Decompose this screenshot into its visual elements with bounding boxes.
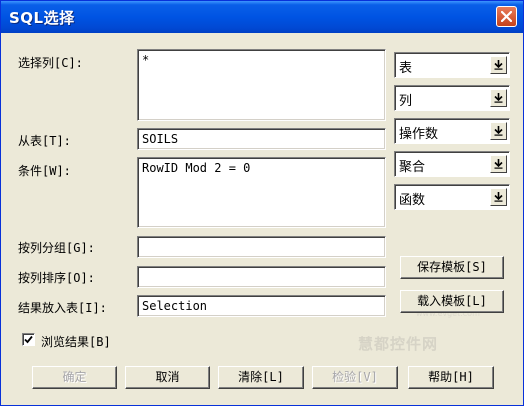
cancel-button[interactable]: 取消	[125, 366, 210, 389]
condition-input[interactable]: RowID Mod 2 = 0	[137, 157, 386, 228]
function-dropdown[interactable]: 函数	[394, 184, 510, 210]
group-by-input[interactable]	[137, 236, 386, 258]
table-dropdown-arrow[interactable]	[490, 56, 507, 74]
help-button[interactable]: 帮助[H]	[408, 366, 494, 389]
checkmark-icon	[24, 335, 33, 344]
table-dropdown[interactable]: 表	[394, 52, 510, 78]
aggregate-dropdown[interactable]: 聚合	[394, 151, 510, 177]
operator-dropdown-value: 操作数	[399, 127, 439, 142]
into-table-label: 结果放入表[I]:	[18, 301, 107, 315]
group-by-label: 按列分组[G]:	[18, 241, 95, 255]
condition-label: 条件[W]:	[18, 164, 71, 178]
watermark-text: 慧都控件网	[358, 335, 439, 353]
clear-button[interactable]: 清除[L]	[218, 366, 304, 389]
window-title: SQL选择	[9, 9, 75, 27]
select-columns-input[interactable]: *	[137, 49, 386, 121]
function-dropdown-arrow[interactable]	[490, 188, 507, 206]
column-dropdown[interactable]: 列	[394, 85, 510, 111]
sql-select-dialog: SQL选择 选择列[C]: 从表[T]: 条件[W]: 按列分组[G]: 按列排…	[0, 0, 524, 406]
from-table-label: 从表[T]:	[18, 134, 71, 148]
save-template-button[interactable]: 保存模板[S]	[400, 256, 504, 279]
into-table-input[interactable]: Selection	[137, 295, 386, 317]
browse-results-label[interactable]: 浏览结果[B]	[41, 333, 111, 350]
dropdown-arrow-icon	[494, 192, 503, 202]
function-dropdown-value: 函数	[399, 193, 426, 208]
load-template-button[interactable]: 载入模板[L]	[400, 290, 504, 313]
dropdown-arrow-icon	[494, 126, 503, 136]
dropdown-arrow-icon	[494, 159, 503, 169]
column-dropdown-arrow[interactable]	[490, 89, 507, 107]
dropdown-arrow-icon	[494, 93, 503, 103]
order-by-label: 按列排序[O]:	[18, 271, 95, 285]
dialog-client-area: 选择列[C]: 从表[T]: 条件[W]: 按列分组[G]: 按列排序[O]: …	[4, 33, 520, 403]
from-table-input[interactable]: SOILS	[137, 128, 386, 150]
dropdown-arrow-icon	[494, 60, 503, 70]
aggregate-dropdown-arrow[interactable]	[490, 155, 507, 173]
ok-button[interactable]: 确定	[32, 366, 117, 389]
column-dropdown-value: 列	[399, 94, 413, 109]
verify-button[interactable]: 检验[V]	[312, 366, 398, 389]
operator-dropdown-arrow[interactable]	[490, 122, 507, 140]
operator-dropdown[interactable]: 操作数	[394, 118, 510, 144]
title-bar[interactable]: SQL选择	[1, 1, 523, 33]
order-by-input[interactable]	[137, 266, 386, 288]
table-dropdown-value: 表	[399, 61, 413, 76]
select-columns-label: 选择列[C]:	[18, 56, 83, 70]
browse-results-checkbox[interactable]	[22, 333, 35, 346]
close-button[interactable]	[496, 6, 517, 27]
close-icon	[501, 11, 512, 22]
aggregate-dropdown-value: 聚合	[399, 160, 426, 175]
